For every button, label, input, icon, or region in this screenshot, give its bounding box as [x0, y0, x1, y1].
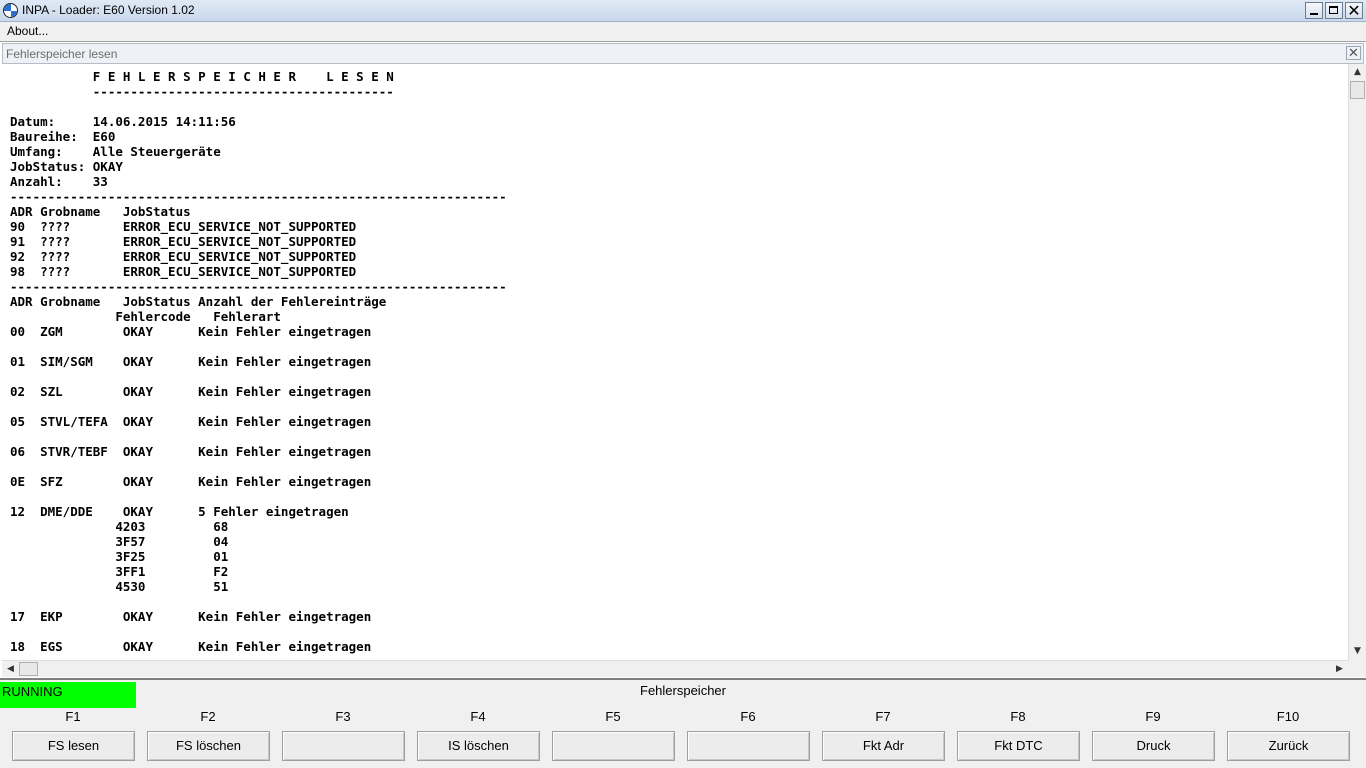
fkey-label-f2: F2 — [200, 709, 216, 724]
report-line: JobStatus: OKAY — [10, 159, 123, 174]
menu-item-about[interactable]: About... — [7, 24, 48, 38]
is-loeschen-button[interactable]: IS löschen — [417, 731, 540, 761]
arrow-down-icon[interactable]: ▼ — [1349, 643, 1366, 660]
fkt-adr-button[interactable]: Fkt Adr — [822, 731, 945, 761]
vertical-scroll-thumb[interactable] — [1350, 81, 1365, 99]
report-line: 3F57 04 — [10, 534, 229, 549]
report-line: ADR Grobname JobStatus — [10, 204, 191, 219]
vertical-scrollbar[interactable]: ▲ ▼ — [1348, 64, 1366, 660]
menu-bar: About... — [0, 22, 1366, 42]
child-close-button[interactable]: ✕ — [1346, 46, 1361, 60]
f5-button[interactable] — [552, 731, 675, 761]
fkey-label-f7: F7 — [875, 709, 891, 724]
report-line: 06 STVR/TEBF OKAY Kein Fehler eingetrage… — [10, 444, 372, 459]
child-window-caption: Fehlerspeicher lesen ✕ — [2, 43, 1364, 64]
report-line: 05 STVL/TEFA OKAY Kein Fehler eingetrage… — [10, 414, 372, 429]
report-line: 4530 51 — [10, 579, 229, 594]
f6-button[interactable] — [687, 731, 810, 761]
report-line: Anzahl: 33 — [10, 174, 108, 189]
fkey-label-f1: F1 — [65, 709, 81, 724]
report-line: Baureihe: E60 — [10, 129, 116, 144]
report-line: ADR Grobname JobStatus Anzahl der Fehler… — [10, 294, 387, 309]
window-title: INPA - Loader: E60 Version 1.02 — [22, 3, 195, 17]
report-line: 0E SFZ OKAY Kein Fehler eingetragen — [10, 474, 372, 489]
fkey-label-f4: F4 — [470, 709, 486, 724]
report-line: 3FF1 F2 — [10, 564, 229, 579]
report-line: ---------------------------------------- — [10, 84, 394, 99]
report-line: 4203 68 — [10, 519, 229, 534]
report-line: Umfang: Alle Steuergeräte — [10, 144, 221, 159]
function-key-panel: RUNNING Fehlerspeicher F1 F2 F3 F4 F5 F6… — [0, 678, 1366, 768]
report-line: ----------------------------------------… — [10, 279, 507, 294]
close-icon: ✕ — [1347, 1, 1361, 20]
maximize-button[interactable] — [1325, 2, 1343, 19]
report-line: Datum: 14.06.2015 14:11:56 — [10, 114, 236, 129]
report-line: 18 EGS OKAY Kein Fehler eingetragen — [10, 639, 372, 654]
report-line: Fehlercode Fehlerart — [10, 309, 281, 324]
report-line: 90 ???? ERROR_ECU_SERVICE_NOT_SUPPORTED — [10, 219, 357, 234]
report-text: F E H L E R S P E I C H E R L E S E N --… — [10, 69, 507, 654]
fkey-label-f5: F5 — [605, 709, 621, 724]
title-bar: INPA - Loader: E60 Version 1.02 ✕ — [0, 0, 1366, 22]
fkey-label-f9: F9 — [1145, 709, 1161, 724]
close-button[interactable]: ✕ — [1345, 1, 1363, 20]
minimize-button[interactable] — [1305, 2, 1323, 19]
child-window-title: Fehlerspeicher lesen — [6, 47, 118, 61]
zurueck-button[interactable]: Zurück — [1227, 731, 1350, 761]
fkt-dtc-button[interactable]: Fkt DTC — [957, 731, 1080, 761]
report-line: 12 DME/DDE OKAY 5 Fehler eingetragen — [10, 504, 349, 519]
fkey-label-f6: F6 — [740, 709, 756, 724]
report-line: 02 SZL OKAY Kein Fehler eingetragen — [10, 384, 372, 399]
maximize-icon — [1329, 6, 1338, 14]
report-line: 3F25 01 — [10, 549, 229, 564]
fkey-label-f3: F3 — [335, 709, 351, 724]
report-line: 92 ???? ERROR_ECU_SERVICE_NOT_SUPPORTED — [10, 249, 357, 264]
report-line: 98 ???? ERROR_ECU_SERVICE_NOT_SUPPORTED — [10, 264, 357, 279]
fkey-label-f8: F8 — [1010, 709, 1026, 724]
report-line: 01 SIM/SGM OKAY Kein Fehler eingetragen — [10, 354, 372, 369]
report-line: 00 ZGM OKAY Kein Fehler eingetragen — [10, 324, 372, 339]
report-line: F E H L E R S P E I C H E R L E S E N — [10, 69, 394, 84]
status-title: Fehlerspeicher — [640, 683, 726, 698]
arrow-up-icon[interactable]: ▲ — [1349, 64, 1366, 81]
report-line: 91 ???? ERROR_ECU_SERVICE_NOT_SUPPORTED — [10, 234, 357, 249]
report-line: ----------------------------------------… — [10, 189, 507, 204]
horizontal-scroll-thumb[interactable] — [19, 662, 38, 676]
arrow-right-icon[interactable]: ▶ — [1331, 661, 1348, 677]
fkey-label-f10: F10 — [1276, 709, 1300, 724]
fs-lesen-button[interactable]: FS lesen — [12, 731, 135, 761]
f3-button[interactable] — [282, 731, 405, 761]
horizontal-scrollbar[interactable]: ◀ ▶ — [2, 660, 1348, 677]
arrow-left-icon[interactable]: ◀ — [2, 661, 19, 677]
report-line: 17 EKP OKAY Kein Fehler eingetragen — [10, 609, 372, 624]
druck-button[interactable]: Druck — [1092, 731, 1215, 761]
fs-loeschen-button[interactable]: FS löschen — [147, 731, 270, 761]
scrollbar-corner — [1348, 660, 1366, 677]
minimize-icon — [1310, 13, 1318, 15]
bmw-logo-icon[interactable] — [3, 3, 18, 18]
report-output[interactable]: F E H L E R S P E I C H E R L E S E N --… — [2, 64, 1348, 660]
